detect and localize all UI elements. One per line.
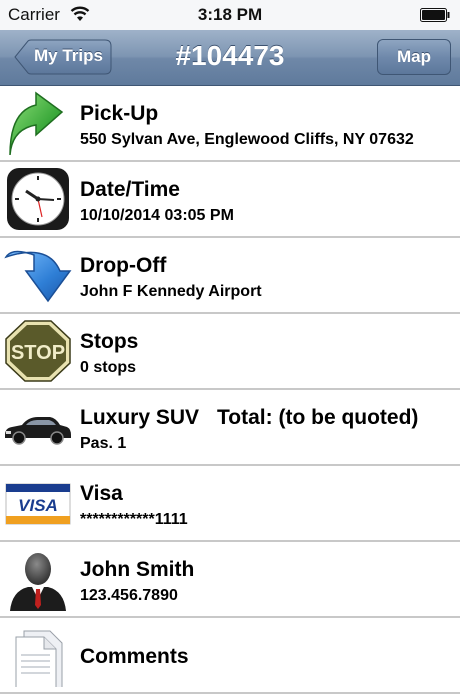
trip-total: Total: (to be quoted)	[217, 406, 419, 429]
clock-icon	[7, 168, 69, 230]
stops-count: 0 stops	[80, 359, 137, 376]
vehicle-type: Luxury SUV	[80, 406, 200, 429]
stop-sign-icon: STOP	[5, 320, 71, 382]
stops-title: Stops	[80, 330, 139, 353]
passenger-row[interactable]: John Smith 123.456.7890	[0, 542, 460, 618]
datetime-title: Date/Time	[80, 178, 180, 201]
document-icon	[15, 630, 63, 687]
stop-sign-text: STOP	[11, 342, 65, 364]
pickup-address: 550 Sylvan Ave, Englewood Cliffs, NY 076…	[80, 131, 414, 148]
comments-title: Comments	[80, 645, 189, 668]
dropoff-location: John F Kennedy Airport	[80, 283, 262, 300]
visa-text: VISA	[18, 496, 58, 515]
person-icon	[10, 553, 66, 611]
map-button[interactable]: Map	[377, 39, 451, 75]
car-icon	[5, 417, 71, 445]
vehicle-title: Luxury SUV Total: (to be quoted)	[80, 406, 418, 430]
stops-row[interactable]: STOP Stops 0 stops	[0, 314, 460, 390]
status-time: 3:18 PM	[197, 5, 263, 24]
payment-title: Visa	[80, 482, 123, 505]
dropoff-row[interactable]: Drop-Off John F Kennedy Airport	[0, 238, 460, 314]
datetime-value: 10/10/2014 03:05 PM	[80, 207, 234, 224]
payment-row[interactable]: VISA Visa ************1111	[0, 466, 460, 542]
green-up-arrow-icon	[9, 91, 64, 155]
pickup-title: Pick-Up	[80, 102, 159, 125]
passenger-name: John Smith	[80, 558, 195, 581]
passenger-phone: 123.456.7890	[80, 587, 178, 604]
card-number: ************1111	[80, 511, 188, 528]
passenger-count: Pas. 1	[80, 435, 127, 452]
vehicle-row[interactable]: Luxury SUV Total: (to be quoted) Pas. 1	[0, 390, 460, 466]
dropoff-title: Drop-Off	[80, 254, 167, 277]
battery-icon	[420, 8, 450, 22]
trip-details-list: Pick-Up 550 Sylvan Ave, Englewood Cliffs…	[0, 86, 460, 694]
datetime-row[interactable]: Date/Time 10/10/2014 03:05 PM	[0, 162, 460, 238]
comments-row[interactable]: Comments	[0, 618, 460, 694]
pickup-row[interactable]: Pick-Up 550 Sylvan Ave, Englewood Cliffs…	[0, 86, 460, 162]
status-bar: Carrier 3:18 PM	[0, 0, 460, 30]
blue-down-arrow-icon	[4, 250, 72, 303]
navigation-bar: My Trips #104473 Map	[0, 30, 460, 86]
visa-card-icon: VISA	[5, 483, 71, 525]
